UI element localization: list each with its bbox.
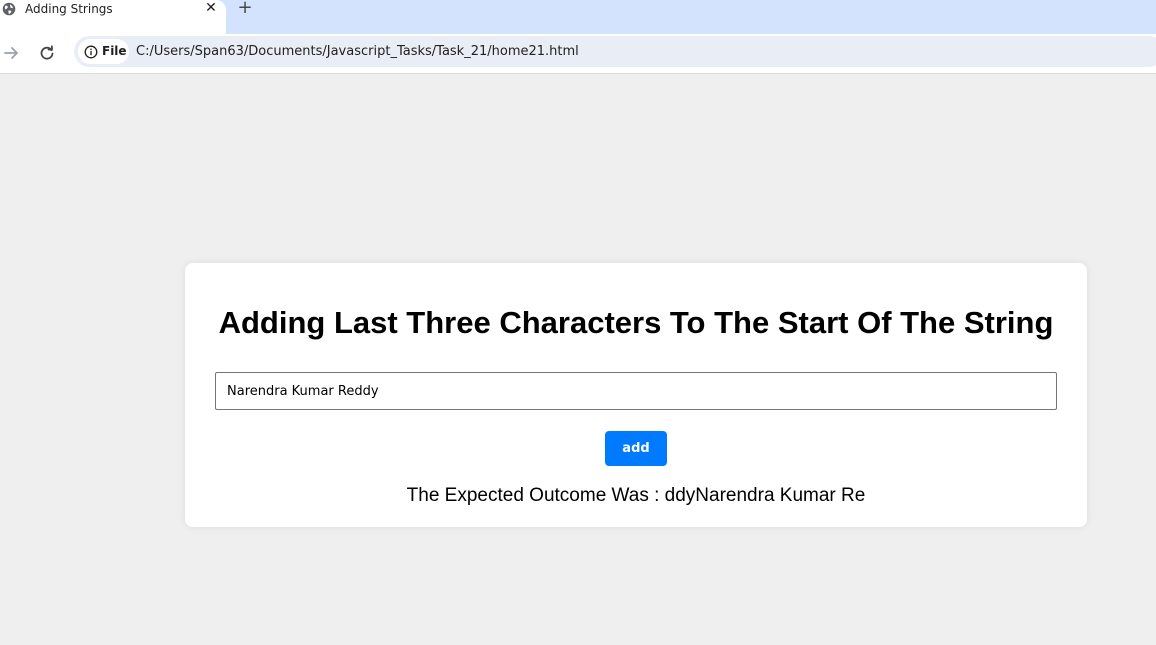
address-bar[interactable]: File C:/Users/Span63/Documents/Javascrip…: [74, 36, 1156, 67]
browser-toolbar: File C:/Users/Span63/Documents/Javascrip…: [0, 34, 1156, 74]
url-text[interactable]: C:/Users/Span63/Documents/Javascript_Tas…: [136, 44, 579, 59]
result-label: The Expected Outcome Was :: [406, 485, 660, 506]
add-button[interactable]: add: [605, 431, 667, 466]
arrow-forward-icon[interactable]: [1, 42, 23, 64]
result-value: ddyNarendra Kumar Re: [664, 485, 866, 506]
close-tab-icon[interactable]: ✕: [203, 0, 219, 16]
page-heading: Adding Last Three Characters To The Star…: [218, 305, 1054, 340]
site-chip-label: File: [102, 44, 127, 58]
tab-strip: Adding Strings ✕ +: [0, 0, 1156, 34]
page-viewport: Adding Last Three Characters To The Star…: [0, 75, 1156, 645]
new-tab-button[interactable]: +: [236, 0, 254, 18]
browser-tab[interactable]: Adding Strings ✕: [0, 0, 226, 34]
reload-icon[interactable]: [36, 42, 58, 64]
info-icon: [84, 45, 98, 59]
string-input[interactable]: [215, 372, 1057, 410]
content-card: Adding Last Three Characters To The Star…: [185, 263, 1087, 527]
globe-icon: [2, 2, 16, 16]
result-text: The Expected Outcome Was : ddyNarendra K…: [185, 485, 1087, 507]
tab-title: Adding Strings: [25, 2, 113, 16]
site-info-chip[interactable]: File: [78, 39, 129, 64]
